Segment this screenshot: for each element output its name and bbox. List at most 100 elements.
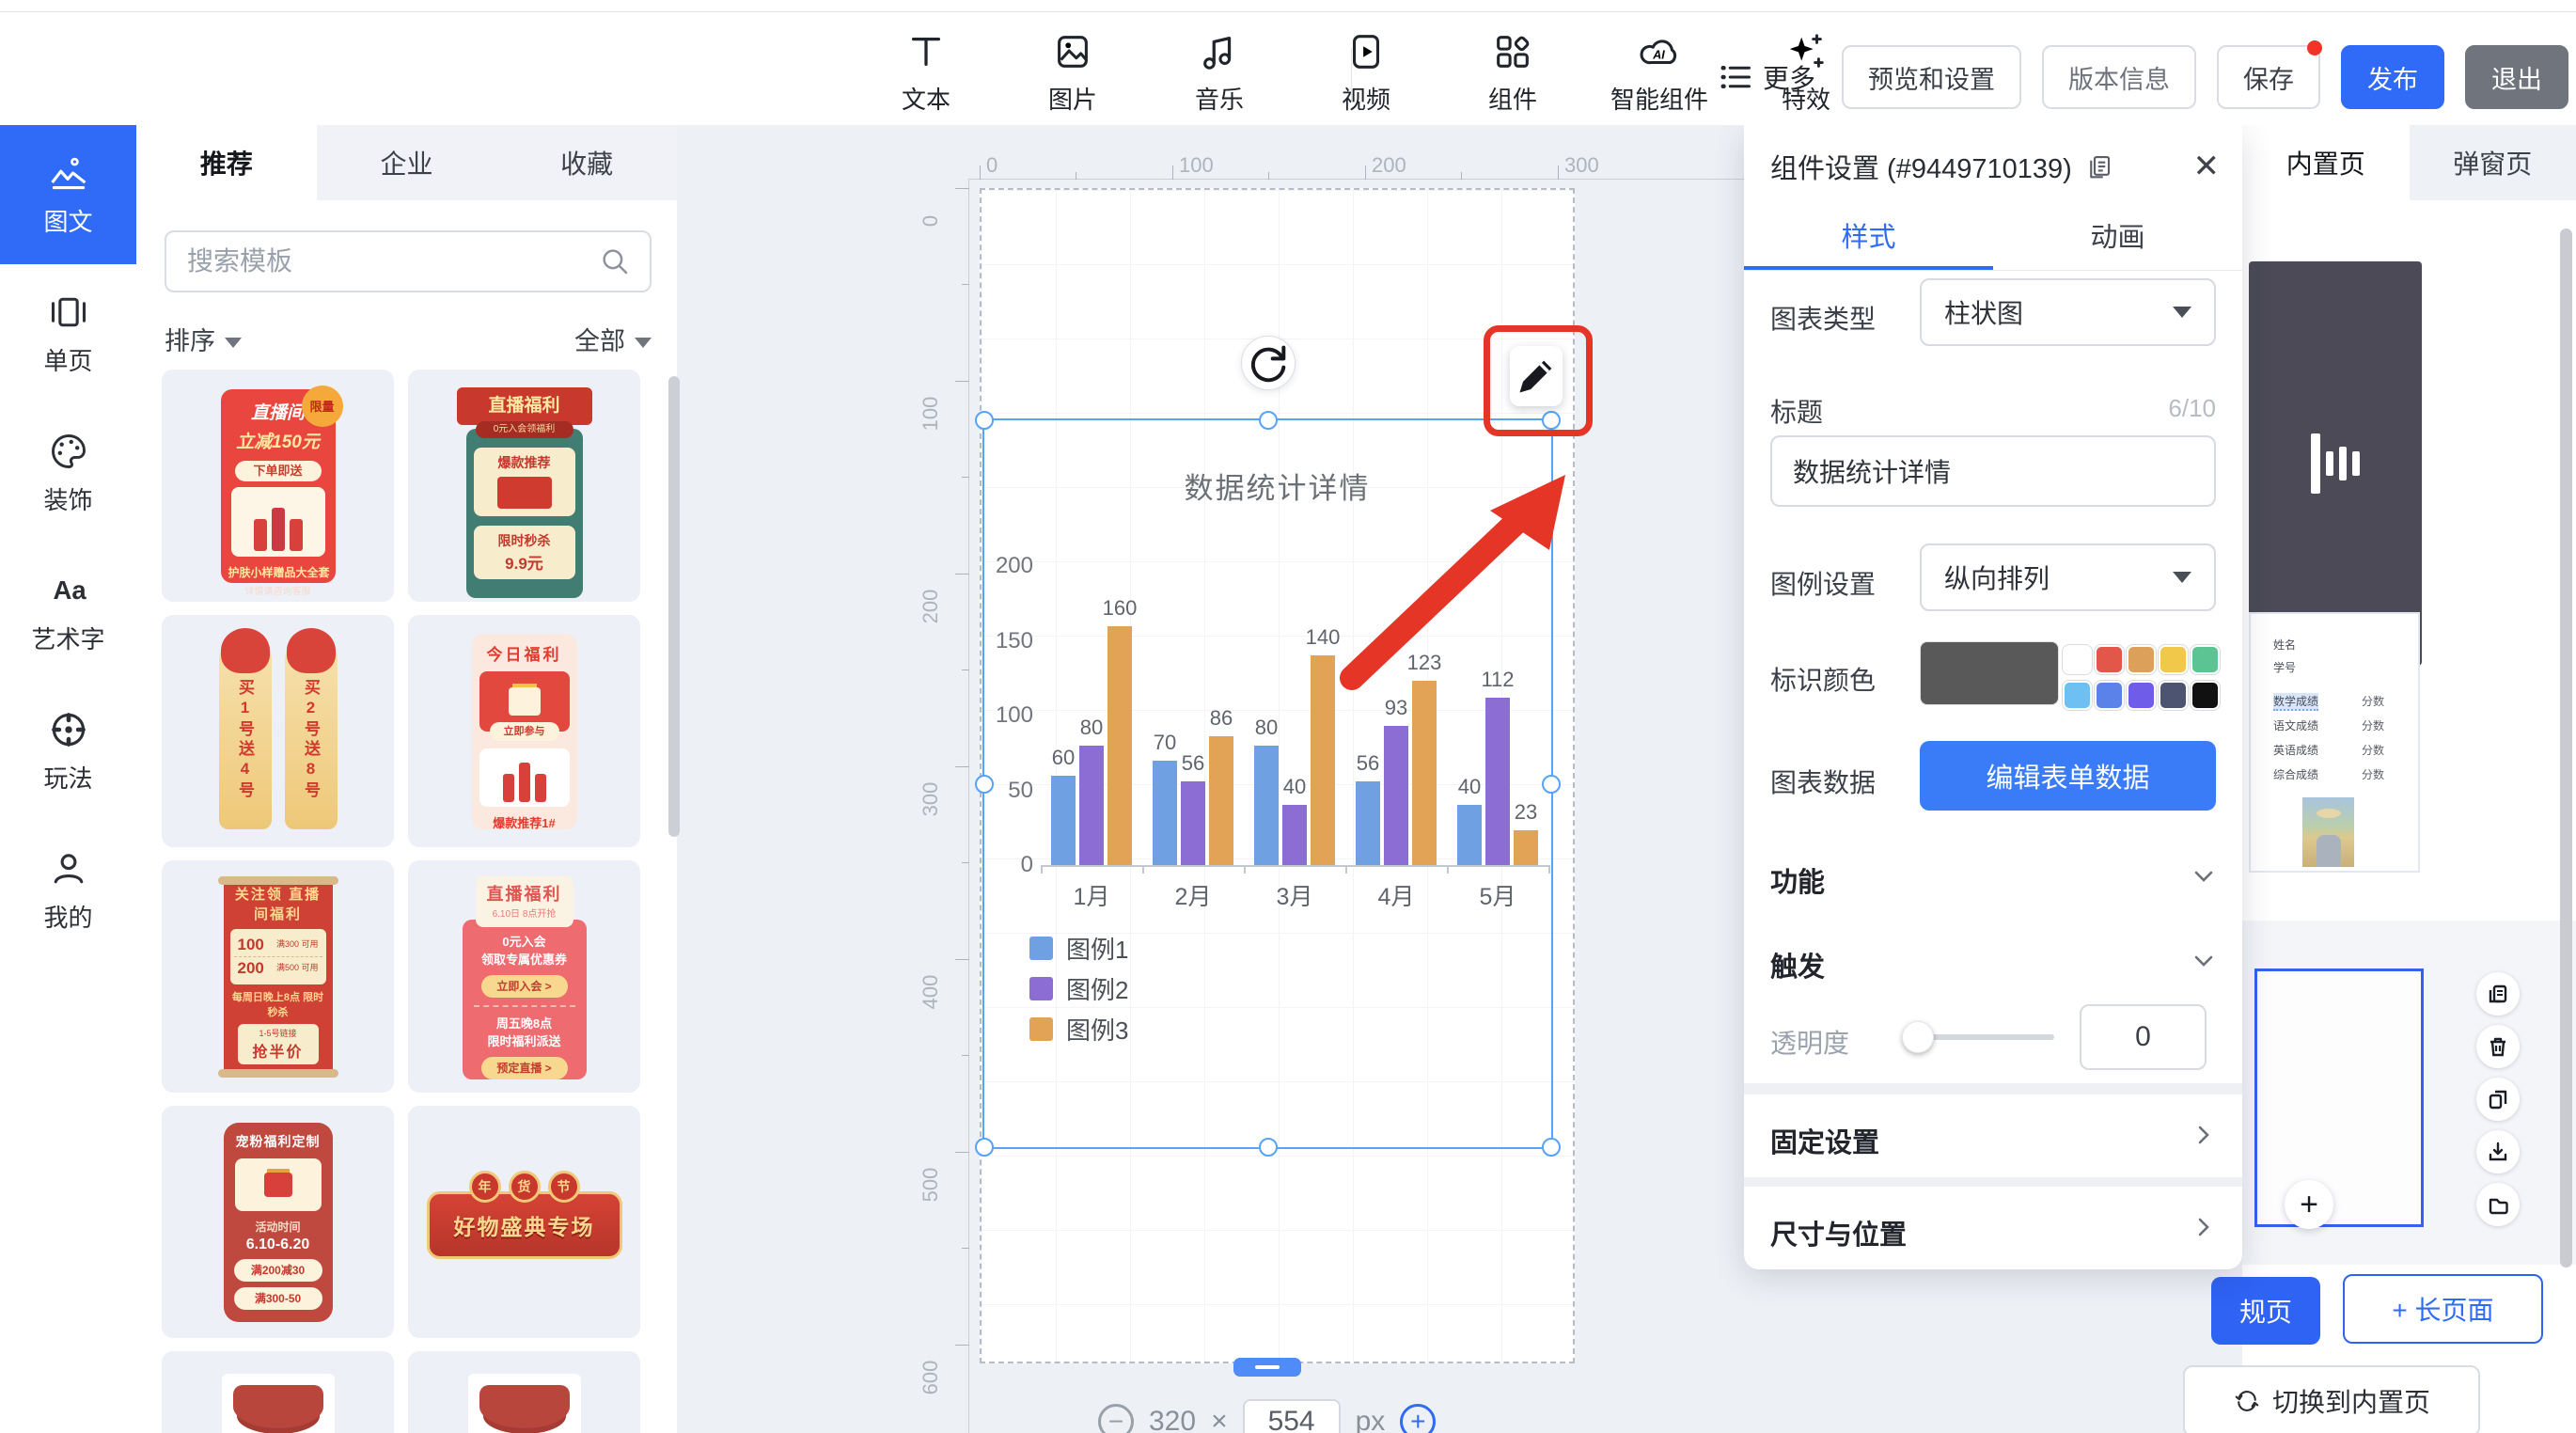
selected-empty-page-thumbnail[interactable] — [2254, 968, 2424, 1227]
tool-text[interactable]: 文本 — [874, 30, 978, 116]
selection-handle[interactable] — [975, 775, 994, 794]
tab-enterprise[interactable]: 企业 — [317, 125, 497, 200]
pages-scrollbar[interactable] — [2560, 228, 2572, 1268]
opacity-slider-handle[interactable] — [1902, 1021, 1934, 1053]
preview-settings-button[interactable]: 预览和设置 — [1842, 45, 2021, 109]
edit-form-data-button[interactable]: 编辑表单数据 — [1920, 741, 2216, 811]
search-icon[interactable] — [599, 245, 631, 277]
function-collapse-chevron[interactable] — [2191, 864, 2216, 889]
zoom-out-icon[interactable]: − — [1098, 1404, 1134, 1433]
tool-smart[interactable]: AI智能组件 — [1608, 30, 1711, 116]
poster-text: 抢半价 — [238, 1039, 319, 1062]
template-card[interactable]: 直播福利0元入会领福利爆款推荐限时秒杀9.9元 — [408, 370, 640, 602]
tab-animation[interactable]: 动画 — [1993, 215, 2242, 255]
switch-to-builtin-button[interactable]: 切换到内置页 — [2183, 1365, 2480, 1433]
tool-label: 智能组件 — [1610, 81, 1708, 116]
search-input[interactable] — [166, 246, 599, 276]
tab-popup-pages[interactable]: 弹窗页 — [2410, 125, 2576, 200]
tab-favorites[interactable]: 收藏 — [496, 125, 677, 200]
selection-handle[interactable] — [1259, 1138, 1278, 1157]
form-field-label: 姓名 — [2273, 637, 2296, 653]
main-color-swatch[interactable] — [1920, 641, 2059, 705]
sidebar-item-mine[interactable]: 我的 — [0, 821, 136, 960]
color-chip[interactable] — [2159, 645, 2188, 674]
opacity-slider-track[interactable] — [1913, 1034, 2054, 1040]
template-card[interactable]: 宠粉福利定制活动时间6.10-6.20满200减30满300-50 — [162, 1106, 394, 1338]
tab-style[interactable]: 样式 — [1744, 215, 1993, 255]
artword-icon: Aa — [48, 570, 89, 611]
color-chip[interactable] — [2191, 645, 2220, 674]
tab-builtin-pages[interactable]: 内置页 — [2242, 125, 2410, 200]
exit-button[interactable]: 退出 — [2465, 45, 2568, 109]
page-height-input[interactable] — [1243, 1399, 1341, 1433]
size-position-row[interactable]: 尺寸与位置 — [1744, 1187, 2242, 1269]
sidebar-item-play[interactable]: 玩法 — [0, 682, 136, 821]
template-card[interactable] — [408, 1351, 640, 1433]
template-card[interactable] — [162, 1351, 394, 1433]
sidebar-item-pictext[interactable]: 图文 — [0, 125, 136, 264]
tool-image[interactable]: 图片 — [1021, 30, 1124, 116]
selection-handle[interactable] — [975, 411, 994, 430]
tool-video[interactable]: 视频 — [1314, 30, 1418, 116]
color-chip[interactable] — [2127, 645, 2156, 674]
tool-music[interactable]: 音乐 — [1168, 30, 1271, 116]
page-resize-pill[interactable] — [1233, 1358, 1301, 1377]
duplicate-page-button[interactable] — [2476, 1078, 2520, 1121]
trigger-collapse-chevron[interactable] — [2191, 949, 2216, 973]
template-card[interactable]: 今日福利立即参与爆款推荐1# — [408, 615, 640, 847]
chart-title-input[interactable] — [1770, 435, 2216, 507]
selection-handle[interactable] — [975, 1138, 994, 1157]
add-page-button[interactable]: + — [2285, 1180, 2333, 1229]
sidebar-item-artword[interactable]: Aa艺术字 — [0, 543, 136, 682]
rotate-handle[interactable] — [1241, 336, 1296, 390]
selection-handle[interactable] — [1542, 775, 1561, 794]
template-card[interactable]: 关注领 直播间福利100满300 可用200满500 可用每周日晚上8点 限时秒… — [162, 860, 394, 1093]
ruler-tick — [955, 1345, 969, 1346]
color-chip[interactable] — [2095, 645, 2124, 674]
chart-type-select[interactable]: 柱状图 — [1920, 278, 2216, 346]
bar-glyph — [2326, 451, 2333, 476]
fixed-settings-row[interactable]: 固定设置 — [1744, 1094, 2242, 1177]
color-chip[interactable] — [2095, 681, 2124, 710]
color-chip[interactable] — [2063, 645, 2092, 674]
template-card[interactable]: 买1号送4号买2号送8号 — [162, 615, 394, 847]
download-page-button[interactable] — [2476, 1130, 2520, 1173]
template-card[interactable]: 限量直播间立减150元下单即送护肤小样赠品大全套详情请咨询客服 — [162, 370, 394, 602]
color-chip[interactable] — [2191, 681, 2220, 710]
sort-dropdown[interactable]: 排序 — [165, 321, 242, 357]
template-card[interactable]: 年货节好物盛典专场 — [408, 1106, 640, 1338]
selection-handle[interactable] — [1542, 1138, 1561, 1157]
page-thumbnail-form[interactable]: 姓名学号数学成绩分数语文成绩分数英语成绩分数综合成绩分数 — [2249, 612, 2420, 873]
form-field-label: 学号 — [2273, 659, 2296, 675]
more-menu[interactable]: 更多 — [1720, 58, 1815, 96]
publish-button[interactable]: 发布 — [2341, 45, 2444, 109]
copy-page-button[interactable] — [2476, 972, 2520, 1016]
add-long-page-button[interactable]: + 长页面 — [2343, 1274, 2543, 1344]
tool-component[interactable]: 组件 — [1461, 30, 1564, 116]
poster-text: 买1号送4号 — [233, 679, 257, 829]
selection-handle[interactable] — [1259, 411, 1278, 430]
sidebar-item-decor[interactable]: 装饰 — [0, 403, 136, 543]
legend-layout-select[interactable]: 纵向排列 — [1920, 543, 2216, 611]
library-scrollbar[interactable] — [668, 376, 680, 837]
zoom-in-icon[interactable]: + — [1400, 1404, 1436, 1433]
ruler-number: 600 — [919, 1345, 943, 1410]
filter-dropdown[interactable]: 全部 — [574, 321, 652, 357]
component-selection-box[interactable] — [982, 418, 1553, 1149]
opacity-value-input[interactable] — [2080, 1004, 2207, 1070]
color-chip[interactable] — [2127, 681, 2156, 710]
trash-page-button[interactable] — [2476, 1025, 2520, 1068]
close-icon[interactable]: ✕ — [2193, 150, 2221, 182]
copy-id-icon[interactable] — [2085, 152, 2113, 181]
page-thumbnail-chart[interactable] — [2249, 261, 2422, 666]
text-icon — [904, 30, 948, 73]
sidebar-item-single[interactable]: 单页 — [0, 264, 136, 403]
save-button[interactable]: 保存 — [2217, 45, 2320, 109]
color-chip[interactable] — [2159, 681, 2188, 710]
add-regular-page-button[interactable]: 规页 — [2211, 1277, 2320, 1345]
version-info-button[interactable]: 版本信息 — [2042, 45, 2196, 109]
folder-page-button[interactable] — [2476, 1183, 2520, 1226]
color-chip[interactable] — [2063, 681, 2092, 710]
tab-recommend[interactable]: 推荐 — [136, 125, 317, 200]
template-card[interactable]: 直播福利6.10日 8点开抢0元入会领取专属优惠券立即入会 >周五晚8点限时福利… — [408, 860, 640, 1093]
